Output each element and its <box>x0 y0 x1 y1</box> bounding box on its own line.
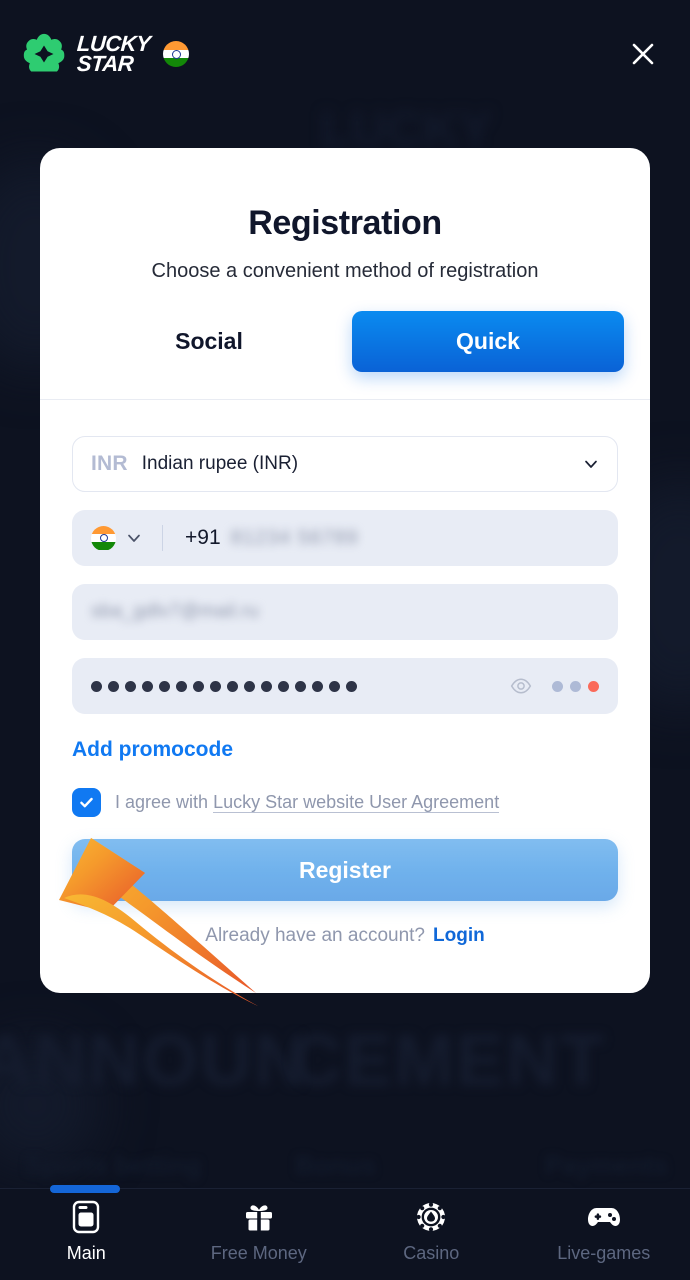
nav-item-live-games[interactable]: Live-games <box>518 1189 690 1264</box>
phone-field[interactable]: +91 81234 56789 <box>72 510 618 566</box>
checkmark-icon <box>80 797 93 808</box>
password-strength-indicator <box>552 680 599 692</box>
chevron-down-icon <box>585 460 597 468</box>
app-root: LUCKY ANNOUN CEMENT Sports betting Bonus… <box>0 0 690 1280</box>
background-ghost-text: Sports betting <box>25 1150 202 1180</box>
registration-method-tabs: Social Quick <box>40 311 650 372</box>
modal-header: Registration Choose a convenient method … <box>40 148 650 283</box>
nav-item-free-money[interactable]: Free Money <box>173 1189 346 1264</box>
background-ghost-text: Payments <box>545 1150 668 1180</box>
tab-social[interactable]: Social <box>66 314 352 369</box>
close-button[interactable] <box>620 31 666 77</box>
password-masked-value <box>91 680 510 692</box>
email-field[interactable]: sba_gdlv7@mail.ru <box>72 584 618 640</box>
login-link[interactable]: Login <box>433 925 485 946</box>
active-tab-indicator <box>50 1185 120 1193</box>
gift-icon <box>243 1200 275 1234</box>
nav-label-casino: Casino <box>403 1243 460 1263</box>
background-ghost-text: Bonus <box>295 1150 376 1180</box>
email-value: sba_gdlv7@mail.ru <box>91 601 260 622</box>
nav-item-main[interactable]: Main <box>0 1185 173 1264</box>
nav-label-live-games: Live-games <box>557 1243 651 1263</box>
close-icon <box>632 43 654 65</box>
background-ghost-text: ANNOUN <box>0 1021 308 1101</box>
login-prompt-text: Already have an account? <box>205 925 425 946</box>
registration-modal: Registration Choose a convenient method … <box>40 148 650 993</box>
agreement-text: I agree with Lucky Star website User Agr… <box>115 792 500 813</box>
login-prompt-row: Already have an account? Login <box>72 925 618 993</box>
india-flag-icon <box>91 525 116 551</box>
agreement-row: I agree with Lucky Star website User Agr… <box>72 788 618 817</box>
eye-icon[interactable] <box>510 675 532 697</box>
chevron-down-icon[interactable] <box>126 530 142 546</box>
add-promocode-link[interactable]: Add promocode <box>72 738 233 762</box>
user-agreement-link[interactable]: Lucky Star website User Agreement <box>213 792 500 813</box>
nav-label-free-money: Free Money <box>210 1243 307 1263</box>
tab-quick[interactable]: Quick <box>352 311 624 372</box>
agreement-checkbox[interactable] <box>72 788 101 817</box>
clover-logo-icon <box>22 32 66 76</box>
page-title: Registration <box>248 204 442 242</box>
gamepad-icon <box>587 1200 621 1234</box>
password-field[interactable] <box>72 658 618 714</box>
field-divider <box>162 525 163 551</box>
currency-code: INR <box>91 452 128 475</box>
top-bar: LUCKY STAR <box>0 0 690 108</box>
bottom-navigation: Main Free Money Casino Live-games <box>0 1185 690 1280</box>
india-flag-icon <box>163 41 190 67</box>
agreement-prefix: I agree with <box>115 792 214 812</box>
background-ghost-text: CEMENT <box>290 1021 606 1101</box>
registration-form: INR Indian rupee (INR) +91 81234 56789 s… <box>40 400 650 993</box>
phone-main-icon <box>72 1200 100 1234</box>
nav-item-casino[interactable]: Casino <box>345 1189 518 1264</box>
poker-chip-icon <box>415 1200 447 1234</box>
brand-logo[interactable]: LUCKY STAR <box>22 31 190 76</box>
brand-line-2: STAR <box>76 51 135 76</box>
currency-select[interactable]: INR Indian rupee (INR) <box>72 436 618 492</box>
phone-dial-code: +91 <box>185 526 221 549</box>
nav-label-main: Main <box>66 1243 106 1263</box>
brand-wordmark: LUCKY STAR <box>76 31 151 76</box>
phone-number-value: 81234 56789 <box>230 526 359 549</box>
modal-subtitle: Choose a convenient method of registrati… <box>151 260 539 282</box>
currency-name: Indian rupee (INR) <box>141 453 299 474</box>
register-button[interactable]: Register <box>72 839 618 901</box>
